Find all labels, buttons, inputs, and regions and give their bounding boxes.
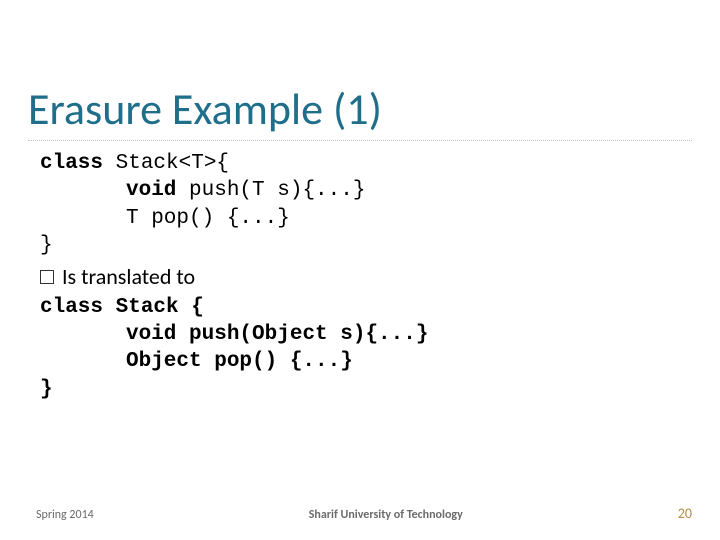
code-line: T pop() {...} (40, 205, 680, 232)
kw-class: class (40, 152, 103, 175)
code-line: void push(T s){...} (40, 177, 680, 204)
slide-title: Erasure Example (1) (28, 82, 382, 136)
bullet-text: Is translated to (62, 263, 195, 292)
code-text: Stack<T>{ (103, 152, 229, 175)
bullet-box-icon (40, 270, 54, 284)
code-line: } (40, 232, 680, 259)
title-underline (28, 140, 692, 141)
code-line: } (40, 376, 680, 403)
kw-void: void (126, 179, 176, 202)
footer-center: Sharif University of Technology (309, 508, 463, 522)
code-block-1: class Stack<T>{ (40, 150, 680, 177)
bullet-line: Is translated to (40, 263, 680, 292)
code-line: void push(Object s){...} (40, 321, 680, 348)
page-number: 20 (678, 505, 692, 522)
code-block-2: class Stack { (40, 294, 680, 321)
code-text: push(T s){...} (176, 179, 365, 202)
kw-class: class (40, 296, 103, 319)
code-text: push(Object s){...} (176, 323, 428, 346)
footer: Spring 2014 Sharif University of Technol… (36, 505, 692, 522)
code-text: Stack { (103, 296, 204, 319)
code-line: Object pop() {...} (40, 348, 680, 375)
footer-left: Spring 2014 (36, 508, 94, 522)
slide-content: class Stack<T>{ void push(T s){...} T po… (40, 150, 680, 403)
kw-void: void (126, 323, 176, 346)
